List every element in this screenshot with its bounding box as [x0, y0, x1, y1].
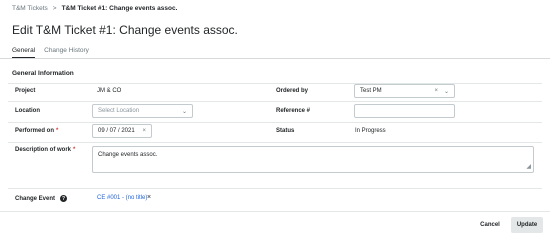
location-label: Location: [15, 108, 40, 114]
footer-divider: [0, 211, 550, 212]
change-event-link[interactable]: CE #001 - (no title): [97, 195, 147, 201]
location-placeholder: Select Location: [98, 108, 140, 114]
tab-general[interactable]: General: [12, 47, 36, 58]
page-title: Edit T&M Ticket #1: Change events assoc.: [12, 23, 238, 37]
description-label: Description of work *: [15, 147, 75, 153]
row-divider: [8, 101, 542, 102]
reference-input[interactable]: [354, 104, 455, 118]
row-divider: [8, 188, 542, 189]
section-title: General Information: [12, 70, 74, 77]
required-marker: *: [73, 147, 76, 153]
update-button[interactable]: Update: [511, 217, 543, 233]
row-divider: [8, 83, 542, 84]
breadcrumb-parent-link[interactable]: T&M Tickets: [12, 5, 48, 12]
remove-change-event-icon[interactable]: ×: [147, 194, 151, 201]
performed-on-date-input[interactable]: 09 / 07 / 2021 ×: [92, 124, 152, 138]
ordered-by-label: Ordered by: [276, 88, 309, 94]
description-textarea[interactable]: Change events assoc. ◢: [92, 146, 534, 173]
status-value: In Progress: [355, 128, 386, 134]
project-value: JM & CO: [97, 88, 122, 94]
performed-on-label-text: Performed on: [15, 128, 55, 134]
breadcrumb: T&M Tickets > T&M Ticket #1: Change even…: [12, 5, 177, 12]
chevron-down-icon[interactable]: ⌄: [444, 88, 449, 95]
performed-on-label: Performed on *: [15, 128, 58, 134]
clear-icon[interactable]: ×: [142, 128, 146, 134]
change-event-label: Change Event?: [15, 195, 68, 203]
ordered-by-value: Test PM: [360, 88, 382, 94]
help-icon[interactable]: ?: [60, 195, 68, 202]
tabs-divider: [0, 58, 550, 59]
row-divider: [8, 122, 542, 123]
tab-bar: General Change History: [12, 47, 98, 58]
reference-label: Reference #: [276, 108, 311, 114]
row-divider: [8, 142, 542, 143]
location-select[interactable]: Select Location ⌄: [92, 104, 193, 118]
breadcrumb-current: T&M Ticket #1: Change events assoc.: [61, 5, 178, 12]
ordered-by-select[interactable]: Test PM × ⌄: [354, 84, 455, 98]
resize-handle-icon[interactable]: ◢: [526, 164, 531, 170]
status-label: Status: [276, 128, 295, 134]
chevron-down-icon[interactable]: ⌄: [182, 108, 187, 115]
description-label-text: Description of work: [15, 147, 72, 153]
required-marker: *: [56, 128, 59, 134]
project-label: Project: [15, 88, 36, 94]
clear-icon[interactable]: ×: [434, 88, 438, 94]
cancel-button[interactable]: Cancel: [474, 218, 506, 232]
change-event-label-text: Change Event: [15, 196, 56, 203]
breadcrumb-separator: >: [52, 5, 57, 12]
tab-change-history[interactable]: Change History: [44, 47, 89, 58]
description-text: Change events assoc.: [98, 152, 158, 158]
performed-on-date-value: 09 / 07 / 2021: [98, 128, 135, 134]
